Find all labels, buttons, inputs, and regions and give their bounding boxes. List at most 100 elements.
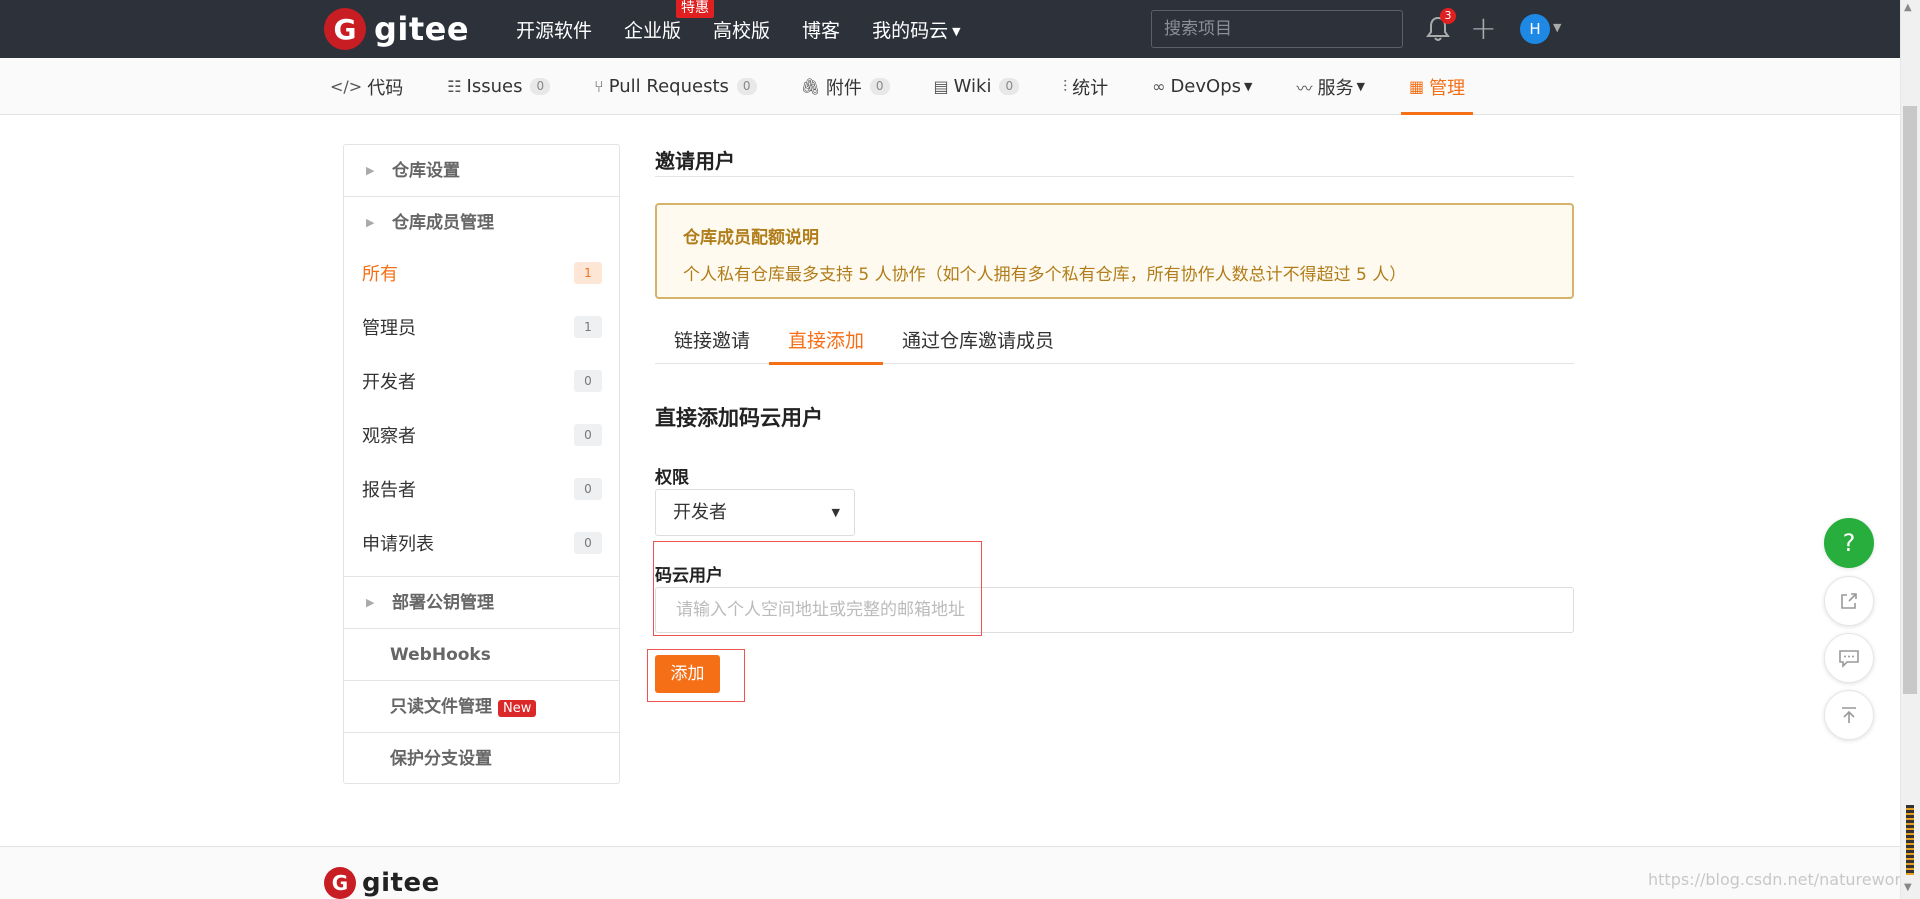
- sidebar-section-label: 仓库成员管理: [392, 213, 494, 233]
- tab-manage[interactable]: ▦ 管理: [1400, 58, 1474, 115]
- chevron-down-icon[interactable]: ▼: [1553, 21, 1561, 34]
- gitee-logo-text: gitee: [374, 10, 470, 48]
- count-badge: 0: [999, 78, 1020, 95]
- chevron-down-icon: ▼: [1356, 80, 1365, 93]
- nav-my-gitee[interactable]: 我的码云 ▼: [872, 16, 960, 43]
- promo-badge: 特惠: [676, 0, 715, 18]
- tab-link-invite[interactable]: 链接邀请: [655, 320, 769, 364]
- gitee-logo-icon: G: [324, 867, 356, 899]
- tab-label: 统计: [1072, 77, 1109, 99]
- nav-open-source[interactable]: 开源软件: [516, 16, 592, 43]
- notice-text: 个人私有仓库最多支持 5 人协作（如个人拥有多个私有仓库，所有协作人数总计不得超…: [683, 265, 1407, 285]
- scroll-up-icon[interactable]: ▲: [1904, 2, 1912, 13]
- bar-chart-icon: ⫶: [1063, 76, 1068, 96]
- pull-request-icon: ⑂: [594, 77, 604, 96]
- watermark: https://blog.csdn.net/natureworld2010: [1648, 870, 1920, 889]
- sidebar-deploy-keys[interactable]: ▶ 部署公钥管理: [344, 577, 619, 629]
- tab-wiki[interactable]: ▤ Wiki 0: [934, 58, 1020, 115]
- tab-issues[interactable]: ☷ Issues 0: [447, 58, 551, 115]
- scrollbar-thumb[interactable]: [1903, 106, 1917, 694]
- comment-icon: [1839, 650, 1859, 668]
- pulse-icon: 〰: [1296, 78, 1313, 98]
- settings-sidebar: ▶ 仓库设置 ▶ 仓库成员管理 所有 1 管理员 1 开发者 0 观察者 0 报…: [343, 144, 620, 784]
- gitee-logo-icon: G: [324, 8, 366, 50]
- count-badge: 0: [530, 78, 551, 95]
- sidebar-item-all[interactable]: 所有 1: [362, 256, 602, 290]
- count-badge: 1: [574, 316, 602, 338]
- share-button[interactable]: [1824, 576, 1874, 626]
- tab-label: 管理: [1429, 77, 1466, 99]
- section-title: 直接添加码云用户: [655, 406, 823, 430]
- comment-button[interactable]: [1824, 633, 1874, 683]
- sidebar-branch-protection[interactable]: 保护分支设置: [344, 733, 619, 783]
- highlight-box: [653, 541, 982, 636]
- back-to-top-button[interactable]: [1824, 690, 1874, 740]
- caret-right-icon: ▶: [366, 596, 375, 609]
- footer-logo[interactable]: G gitee: [324, 867, 440, 899]
- sidebar-member-management[interactable]: ▶ 仓库成员管理: [344, 197, 619, 249]
- sidebar-readonly-files[interactable]: 只读文件管理 New: [344, 681, 619, 733]
- tab-pull-requests[interactable]: ⑂ Pull Requests 0: [594, 58, 757, 115]
- footer: [0, 846, 1900, 899]
- tab-statistics[interactable]: ⫶ 统计: [1063, 58, 1108, 115]
- notice-title: 仓库成员配额说明: [683, 228, 819, 248]
- sidebar-repo-settings[interactable]: ▶ 仓库设置: [344, 145, 619, 197]
- sidebar-item-label: 只读文件管理: [390, 697, 492, 717]
- tab-direct-add[interactable]: 直接添加: [769, 320, 884, 365]
- question-icon: ?: [1842, 529, 1856, 557]
- gitee-logo-text: gitee: [362, 868, 440, 898]
- caret-right-icon: ▶: [366, 216, 375, 229]
- issues-icon: ☷: [447, 77, 462, 96]
- tab-label: Wiki: [953, 76, 992, 97]
- notification-count-badge: 3: [1440, 8, 1456, 24]
- permission-label: 权限: [655, 468, 689, 488]
- top-navbar: G gitee 开源软件 企业版 特惠 高校版 博客 我的码云 ▼ 搜索项目 3 …: [0, 0, 1900, 58]
- settings-doc-icon: ▦: [1408, 77, 1425, 96]
- sidebar-item-label: 所有: [362, 264, 398, 285]
- sidebar-item-label: 管理员: [362, 318, 416, 339]
- nav-education[interactable]: 高校版: [713, 16, 770, 43]
- tab-label: 服务: [1317, 77, 1354, 99]
- chevron-down-icon: ▼: [952, 24, 961, 38]
- share-icon: [1841, 593, 1857, 609]
- sidebar-item-developers[interactable]: 开发者 0: [362, 364, 602, 398]
- avatar[interactable]: H: [1520, 14, 1550, 44]
- count-badge: 0: [869, 78, 890, 95]
- caret-right-icon: ▶: [366, 164, 375, 177]
- sidebar-item-label: 申请列表: [362, 534, 434, 555]
- help-button[interactable]: ?: [1824, 518, 1874, 568]
- tab-code[interactable]: </> 代码: [330, 58, 403, 115]
- count-badge: 0: [574, 478, 602, 500]
- tab-label: Pull Requests: [608, 76, 729, 97]
- tab-invite-via-repo[interactable]: 通过仓库邀请成员: [883, 320, 1073, 364]
- sidebar-item-reporters[interactable]: 报告者 0: [362, 472, 602, 506]
- sidebar-item-applications[interactable]: 申请列表 0: [362, 526, 602, 560]
- permission-value: 开发者: [673, 502, 727, 523]
- sidebar-item-observers[interactable]: 观察者 0: [362, 418, 602, 452]
- count-badge: 0: [574, 424, 602, 446]
- tab-services[interactable]: 〰服务 ▼: [1296, 58, 1364, 115]
- arrow-up-icon: [1842, 707, 1856, 723]
- count-badge: 1: [574, 262, 602, 284]
- chevron-down-icon: ▼: [1244, 80, 1253, 93]
- quota-notice: 仓库成员配额说明 个人私有仓库最多支持 5 人协作（如个人拥有多个私有仓库，所有…: [655, 203, 1574, 299]
- nav-enterprise[interactable]: 企业版 特惠: [624, 0, 715, 43]
- plus-icon[interactable]: +: [1470, 11, 1497, 45]
- gitee-logo[interactable]: G gitee: [324, 8, 469, 50]
- search-input[interactable]: 搜索项目: [1151, 10, 1403, 48]
- nav-my-gitee-label: 我的码云: [872, 19, 949, 42]
- sidebar-webhooks[interactable]: WebHooks: [344, 629, 619, 681]
- count-badge: 0: [574, 532, 602, 554]
- invite-tabs: 链接邀请 直接添加 通过仓库邀请成员: [655, 320, 1574, 365]
- code-icon: </>: [330, 77, 363, 96]
- page-title: 邀请用户: [655, 149, 735, 173]
- sidebar-item-admins[interactable]: 管理员 1: [362, 310, 602, 344]
- tab-devops[interactable]: ∞ DevOps ▼: [1152, 58, 1252, 115]
- infinity-icon: ∞: [1152, 77, 1166, 96]
- permission-select[interactable]: 开发者 ▼: [655, 489, 855, 536]
- scroll-down-icon[interactable]: ▼: [1904, 882, 1912, 893]
- tab-attachments[interactable]: 🖇 附件 0: [801, 58, 890, 115]
- tab-label: 附件: [825, 77, 862, 99]
- nav-blog[interactable]: 博客: [802, 16, 840, 43]
- sidebar-item-label: 报告者: [362, 480, 416, 501]
